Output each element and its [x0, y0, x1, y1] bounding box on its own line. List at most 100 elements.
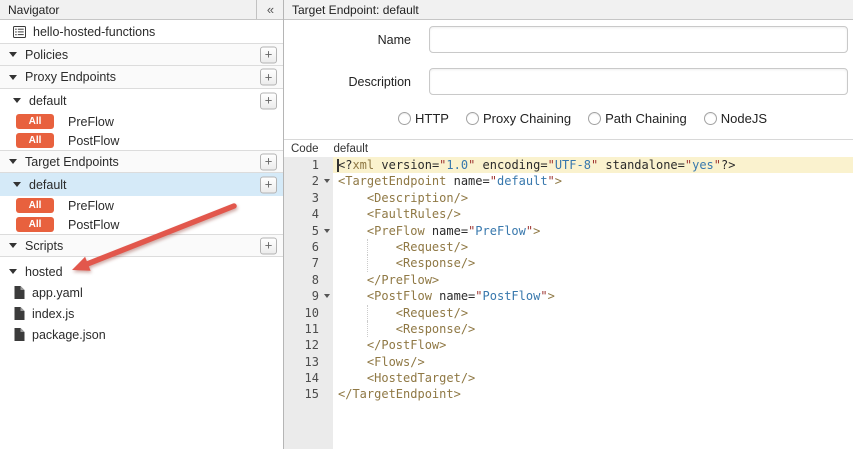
indent-guide	[367, 305, 368, 321]
nav-flow-postflow[interactable]: All PostFlow	[0, 215, 283, 234]
caret-down-icon[interactable]	[9, 52, 17, 57]
code-tab-label: Code	[291, 143, 319, 155]
xml-code-editor[interactable]: 123456789101112131415 <?xml version="1.0…	[284, 157, 853, 449]
code-line-2[interactable]: <TargetEndpoint name="default">	[333, 173, 853, 189]
radio-label: Path Chaining	[605, 111, 687, 126]
caret-down-icon[interactable]	[9, 75, 17, 80]
radio-nodejs[interactable]: NodeJS	[704, 111, 767, 126]
tree-item-label: PostFlow	[68, 134, 119, 148]
tree-item-label: PostFlow	[68, 218, 119, 232]
target-endpoint-panel: Target Endpoint: default Name Descriptio…	[284, 0, 853, 449]
caret-down-icon[interactable]	[13, 98, 21, 103]
nav-file-app-yaml[interactable]: app.yaml	[0, 282, 283, 303]
tree-item-label: package.json	[32, 328, 106, 342]
caret-down-icon[interactable]	[9, 269, 17, 274]
gutter-line-10: 10	[284, 305, 333, 321]
nav-flow-preflow[interactable]: AllPreFlow	[0, 196, 283, 215]
gutter-line-4: 4	[284, 206, 333, 222]
tree-item-label: index.js	[32, 307, 74, 321]
editor-code-pane[interactable]: <?xml version="1.0" encoding="UTF-8" sta…	[333, 157, 853, 449]
panel-title-bar: Target Endpoint: default	[284, 0, 853, 20]
fold-toggle-icon[interactable]	[324, 294, 330, 298]
tree-item-label: Target Endpoints	[25, 155, 119, 169]
code-line-3[interactable]: <Description/>	[333, 190, 853, 206]
code-header: Code default	[284, 140, 853, 157]
tree-item-label: PreFlow	[68, 199, 114, 213]
code-line-6[interactable]: <Request/>	[333, 239, 853, 255]
tree-item-label: default	[29, 178, 67, 192]
file-icon	[14, 307, 25, 320]
add-button-proxy-endpoints[interactable]: +	[260, 69, 277, 86]
add-button-target-endpoints[interactable]: +	[260, 153, 277, 170]
radio-circle-icon[interactable]	[704, 112, 717, 125]
caret-down-icon[interactable]	[9, 243, 17, 248]
name-input[interactable]	[429, 26, 848, 53]
nav-flow-preflow[interactable]: All PreFlow	[0, 112, 283, 131]
fold-toggle-icon[interactable]	[324, 179, 330, 183]
code-line-10[interactable]: <Request/>	[333, 305, 853, 321]
description-input[interactable]	[429, 68, 848, 95]
nav-node-default[interactable]: default +	[0, 89, 283, 112]
code-line-14[interactable]: <HostedTarget/>	[333, 370, 853, 386]
radio-circle-icon[interactable]	[398, 112, 411, 125]
file-icon	[14, 286, 25, 299]
tree-item-label: Proxy Endpoints	[25, 70, 116, 84]
code-line-13[interactable]: <Flows/>	[333, 354, 853, 370]
code-line-15[interactable]: </TargetEndpoint>	[333, 386, 853, 402]
radio-http[interactable]: HTTP	[398, 111, 449, 126]
nav-folder-hosted[interactable]: hosted	[0, 261, 283, 282]
tree-item-label: PreFlow	[68, 115, 114, 129]
gutter-line-15: 15	[284, 386, 333, 402]
indent-guide	[367, 255, 368, 271]
code-line-8[interactable]: </PreFlow>	[333, 272, 853, 288]
navigator-tree: hello-hosted-functionsPolicies+Proxy End…	[0, 20, 283, 345]
nav-flow-postflow[interactable]: AllPostFlow	[0, 131, 283, 150]
endpoint-type-radios: HTTP Proxy Chaining Path Chaining NodeJS	[312, 111, 853, 126]
flow-condition-badge: All	[16, 217, 54, 232]
panel-title: Target Endpoint: default	[292, 3, 419, 17]
nav-file-package-json[interactable]: package.json	[0, 324, 283, 345]
code-line-1[interactable]: <?xml version="1.0" encoding="UTF-8" sta…	[333, 157, 853, 173]
radio-proxy-chaining[interactable]: Proxy Chaining	[466, 111, 571, 126]
nav-section-target-endpoints[interactable]: Target Endpoints +	[0, 150, 283, 173]
code-line-12[interactable]: </PostFlow>	[333, 337, 853, 353]
collapse-panel-button[interactable]: «	[256, 0, 283, 19]
add-button-default[interactable]: +	[260, 176, 277, 193]
add-button-scripts[interactable]: +	[260, 237, 277, 254]
code-line-11[interactable]: <Response/>	[333, 321, 853, 337]
tree-item-label: hello-hosted-functions	[33, 25, 155, 39]
tree-item-label: app.yaml	[32, 286, 83, 300]
caret-down-icon[interactable]	[9, 159, 17, 164]
code-line-7[interactable]: <Response/>	[333, 255, 853, 271]
nav-section-scripts[interactable]: Scripts+	[0, 234, 283, 257]
radio-label: HTTP	[415, 111, 449, 126]
code-line-5[interactable]: <PreFlow name="PreFlow">	[333, 223, 853, 239]
tree-item-label: Policies	[25, 48, 68, 62]
nav-item-hello-hosted-functions[interactable]: hello-hosted-functions	[0, 20, 283, 43]
navigator-header: Navigator «	[0, 0, 283, 20]
name-label: Name	[284, 33, 429, 47]
radio-label: NodeJS	[721, 111, 767, 126]
editor-gutter: 123456789101112131415	[284, 157, 333, 449]
nav-node-default[interactable]: default +	[0, 173, 283, 196]
radio-circle-icon[interactable]	[466, 112, 479, 125]
flow-condition-badge: All	[16, 114, 54, 129]
nav-file-index-js[interactable]: index.js	[0, 303, 283, 324]
nav-section-proxy-endpoints[interactable]: Proxy Endpoints +	[0, 66, 283, 89]
navigator-title: Navigator	[8, 3, 59, 17]
add-button-default[interactable]: +	[260, 92, 277, 109]
fold-toggle-icon[interactable]	[324, 229, 330, 233]
nav-section-policies[interactable]: Policies +	[0, 43, 283, 66]
gutter-line-13: 13	[284, 354, 333, 370]
radio-path-chaining[interactable]: Path Chaining	[588, 111, 687, 126]
code-line-4[interactable]: <FaultRules/>	[333, 206, 853, 222]
caret-down-icon[interactable]	[13, 182, 21, 187]
gutter-line-8: 8	[284, 272, 333, 288]
gutter-line-9: 9	[284, 288, 333, 304]
add-button-policies[interactable]: +	[260, 46, 277, 63]
radio-circle-icon[interactable]	[588, 112, 601, 125]
gutter-line-12: 12	[284, 337, 333, 353]
tree-item-label: default	[29, 94, 67, 108]
endpoint-form: Name Description HTTPProxy ChainingPath …	[284, 20, 853, 140]
code-line-9[interactable]: <PostFlow name="PostFlow">	[333, 288, 853, 304]
